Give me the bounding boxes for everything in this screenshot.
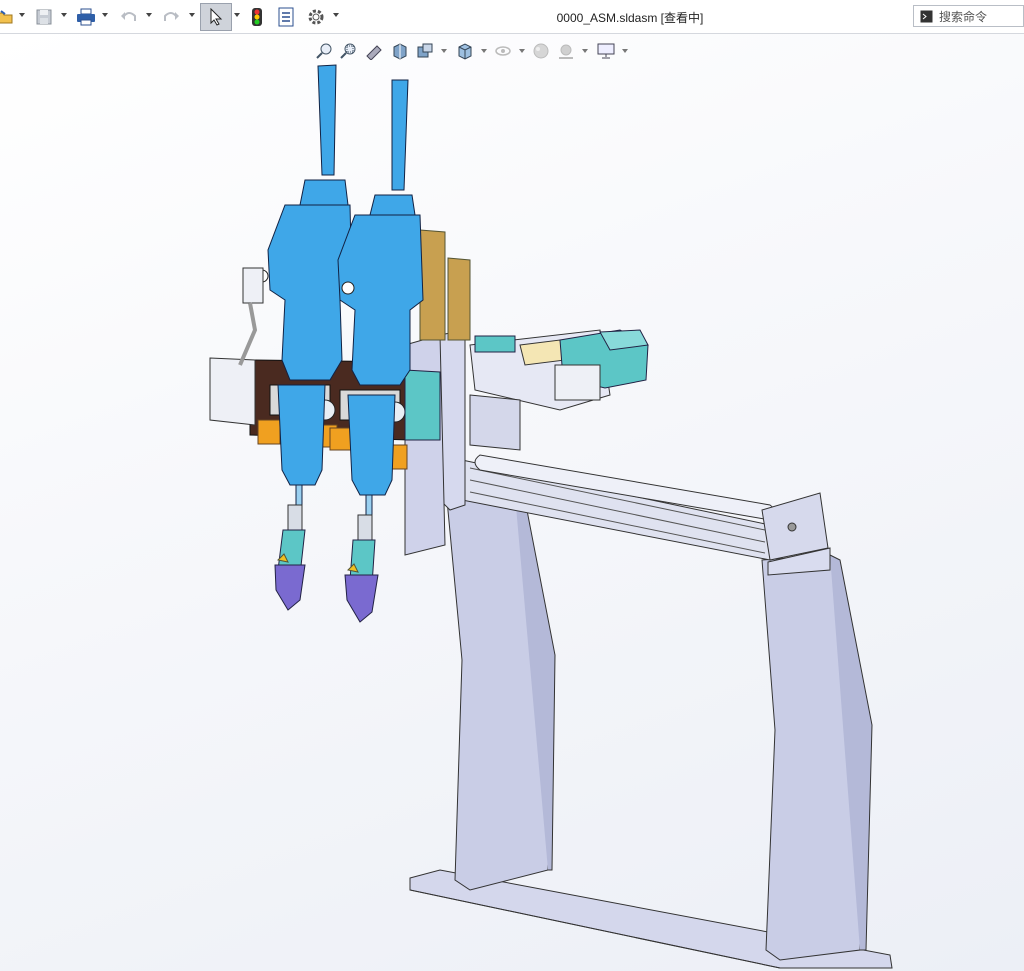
search-placeholder: 搜索命令 [939, 9, 988, 24]
left-frame-leg [446, 494, 556, 891]
print-dropdown-icon[interactable] [102, 13, 108, 17]
open-dropdown-icon[interactable] [19, 13, 25, 17]
window-title: 0000_ASM.sldasm [查看中] [556, 11, 704, 25]
save-icon[interactable] [33, 5, 55, 29]
graphics-viewport[interactable] [0, 34, 1024, 971]
left-actuator [255, 64, 353, 611]
brass-guide [419, 229, 471, 341]
select-dropdown-icon[interactable] [234, 13, 240, 17]
save-dropdown-icon[interactable] [61, 13, 67, 17]
right-frame-leg [761, 554, 873, 961]
options-icon[interactable] [305, 5, 327, 29]
file-properties-icon[interactable] [275, 5, 297, 29]
redo-dropdown-icon[interactable] [189, 13, 195, 17]
select-icon[interactable] [200, 3, 232, 31]
search-commands-input[interactable]: 搜索命令 [913, 5, 1024, 27]
rebuild-icon[interactable] [247, 5, 267, 29]
cable-connector [238, 267, 264, 366]
redo-icon[interactable] [160, 5, 182, 29]
undo-dropdown-icon[interactable] [146, 13, 152, 17]
command-prompt-icon [920, 10, 933, 22]
print-icon[interactable] [75, 5, 97, 29]
options-dropdown-icon[interactable] [333, 13, 339, 17]
open-icon[interactable] [0, 5, 14, 29]
top-slide-motor [469, 329, 649, 451]
undo-icon[interactable] [118, 5, 140, 29]
assembly-model[interactable] [0, 34, 1024, 971]
title-bar: 0000_ASM.sldasm [查看中] 搜索命令 [0, 0, 1024, 34]
